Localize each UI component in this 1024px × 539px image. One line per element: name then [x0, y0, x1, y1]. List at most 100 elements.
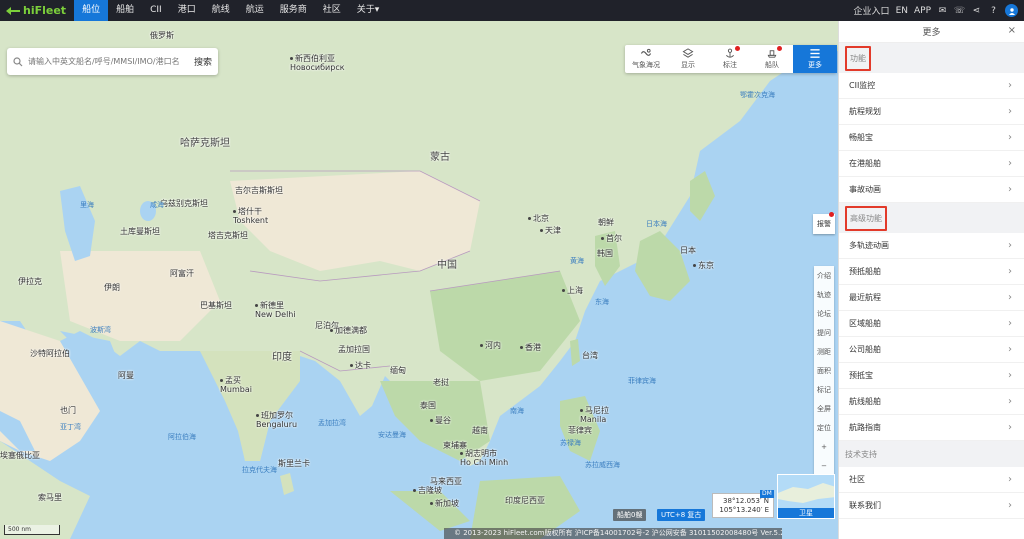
map-label-myanmar: 缅甸: [390, 366, 406, 375]
menu-item-label: 社区: [849, 475, 865, 484]
latitude-text: 38°12.053′ N: [723, 497, 769, 505]
share-icon[interactable]: ⋖: [971, 5, 982, 16]
map-control-2[interactable]: 论坛: [814, 304, 834, 323]
user-avatar-icon[interactable]: [1005, 4, 1018, 17]
ship-count-badge[interactable]: 船舶0艘: [613, 509, 647, 521]
nav-item-0[interactable]: 船位: [74, 0, 109, 21]
minimap-land: [778, 483, 834, 503]
chevron-right-icon: ›: [1008, 106, 1012, 117]
panel-menu-item[interactable]: 区域船舶 ›: [839, 311, 1024, 337]
map-label-laos: 老挝: [433, 378, 449, 387]
panel-menu-item[interactable]: 在港船舶 ›: [839, 151, 1024, 177]
map-control-0[interactable]: 介绍: [814, 266, 834, 285]
panel-menu-item[interactable]: 多轨迹动画 ›: [839, 233, 1024, 259]
panel-menu-item[interactable]: 航线船舶 ›: [839, 389, 1024, 415]
panel-menu-item[interactable]: 航程规划 ›: [839, 99, 1024, 125]
panel-menu-item[interactable]: CII监控 ›: [839, 73, 1024, 99]
nav-item-6[interactable]: 服务商: [272, 0, 315, 21]
panel-menu-item[interactable]: 事故动画 ›: [839, 177, 1024, 203]
map-control-1[interactable]: 轨迹: [814, 285, 834, 304]
panel-menu-item[interactable]: 联系我们 ›: [839, 493, 1024, 519]
language-toggle[interactable]: EN: [896, 6, 908, 16]
weather-icon: [640, 48, 652, 56]
utc-toggle[interactable]: UTC+8 复古: [657, 509, 706, 521]
map-label-bangkok: 曼谷: [430, 416, 451, 425]
chevron-right-icon: ›: [1008, 500, 1012, 511]
map-side-controls: 介绍 轨迹 论坛 提问 测距 面积 标记 全屏 定位 + −: [814, 266, 834, 475]
toolbar-button-1[interactable]: 显示: [667, 45, 709, 73]
app-link[interactable]: APP: [914, 6, 931, 16]
toolbar-button-0[interactable]: 气象海况: [625, 45, 667, 73]
toolbar-label: 标注: [723, 61, 737, 69]
report-button[interactable]: 报警: [813, 212, 835, 234]
map-label-delhi: 新德里 New Delhi: [255, 301, 296, 319]
map-control-6[interactable]: 标记: [814, 380, 834, 399]
map-control-10[interactable]: −: [814, 456, 834, 475]
map-control-5[interactable]: 面积: [814, 361, 834, 380]
chevron-right-icon: ›: [1008, 266, 1012, 277]
nav-item-1[interactable]: 船舶: [108, 0, 142, 21]
map-label-somalia: 索马里: [38, 493, 62, 502]
map-label-dhaka: 达卡: [350, 361, 371, 370]
longitude-text: 105°13.240′ E: [719, 506, 769, 514]
notification-dot: [777, 46, 782, 51]
toolbar-button-3[interactable]: 船队: [751, 45, 793, 73]
menu-item-label: 区域船舶: [849, 319, 881, 328]
map-label-oman: 阿曼: [118, 371, 134, 380]
nav-item-3[interactable]: 港口: [170, 0, 204, 21]
search-button[interactable]: 搜索: [194, 55, 212, 68]
toolbar-button-4[interactable]: 更多: [793, 45, 837, 73]
menu-icon: [810, 49, 820, 58]
map-control-9[interactable]: +: [814, 437, 834, 456]
menu-item-label: 预抵宝: [849, 371, 873, 380]
panel-menu-item[interactable]: 预抵船舶 ›: [839, 259, 1024, 285]
map-label-mumbai: 孟买 Mumbai: [220, 376, 252, 394]
nav-item-7[interactable]: 社区: [315, 0, 349, 21]
satellite-toggle[interactable]: 卫星: [778, 508, 834, 518]
search-input[interactable]: [28, 57, 190, 66]
map-toolbar: 气象海况 显示 标注 船队 更多: [625, 45, 837, 73]
chevron-right-icon: ›: [1008, 292, 1012, 303]
nav-item-2[interactable]: CII: [142, 0, 170, 21]
map-label-kuala-lumpur: 吉隆坡: [413, 486, 442, 495]
hifleet-logo[interactable]: hiFleet: [0, 4, 74, 17]
map-control-8[interactable]: 定位: [814, 418, 834, 437]
map-label-east-china-sea: 东海: [595, 298, 609, 306]
map-canvas[interactable]: 新西伯利亚 Новосибирск 俄罗斯 哈萨克斯坦 蒙古 塔什干 Toshkent 乌…: [0, 21, 838, 539]
panel-menu-item[interactable]: 最近航程 ›: [839, 285, 1024, 311]
map-control-7[interactable]: 全屏: [814, 399, 834, 418]
toolbar-label: 气象海况: [632, 61, 660, 69]
chevron-right-icon: ›: [1008, 132, 1012, 143]
nav-item-4[interactable]: 航线: [204, 0, 238, 21]
more-panel: 更多 × 功能 CII监控 › 航程规划 › 畅船宝 › 在港船舶 › 事故动画 › 高级功能 多轨迹动…: [838, 21, 1024, 539]
fleet-icon: [767, 50, 777, 58]
wechat-icon[interactable]: ☏: [954, 5, 965, 16]
menu-item-label: 最近航程: [849, 293, 881, 302]
notification-dot: [829, 212, 834, 217]
map-label-beijing: 北京: [528, 214, 549, 223]
panel-menu-item[interactable]: 畅船宝 ›: [839, 125, 1024, 151]
nav-item-5[interactable]: 航运: [238, 0, 272, 21]
panel-menu-item[interactable]: 公司船舶 ›: [839, 337, 1024, 363]
chevron-right-icon: ›: [1008, 422, 1012, 433]
panel-menu-item[interactable]: 预抵宝 ›: [839, 363, 1024, 389]
panel-menu-item[interactable]: 航路指南 ›: [839, 415, 1024, 441]
message-icon[interactable]: ✉: [937, 5, 948, 16]
menu-item-label: 航线船舶: [849, 397, 881, 406]
map-control-4[interactable]: 测距: [814, 342, 834, 361]
map-label-arabian-sea: 阿拉伯海: [168, 433, 196, 441]
panel-menu-item[interactable]: 社区 ›: [839, 467, 1024, 493]
enterprise-entry-link[interactable]: 企业入口: [854, 4, 890, 17]
minimap[interactable]: 卫星: [777, 474, 835, 519]
map-label-okhotsk: 鄂霍次克海: [740, 91, 775, 99]
panel-section-header: 功能: [839, 43, 1024, 73]
chevron-right-icon: ›: [1008, 80, 1012, 91]
map-label-arabian-gulf: 亚丁湾: [60, 423, 81, 431]
dm-tag[interactable]: DM: [760, 490, 774, 498]
map-control-3[interactable]: 提问: [814, 323, 834, 342]
help-icon[interactable]: ?: [988, 5, 999, 16]
close-icon[interactable]: ×: [1008, 25, 1016, 36]
toolbar-button-2[interactable]: 标注: [709, 45, 751, 73]
nav-item-8[interactable]: 关于▾: [349, 0, 388, 21]
map-label-shanghai: 上海: [562, 286, 583, 295]
